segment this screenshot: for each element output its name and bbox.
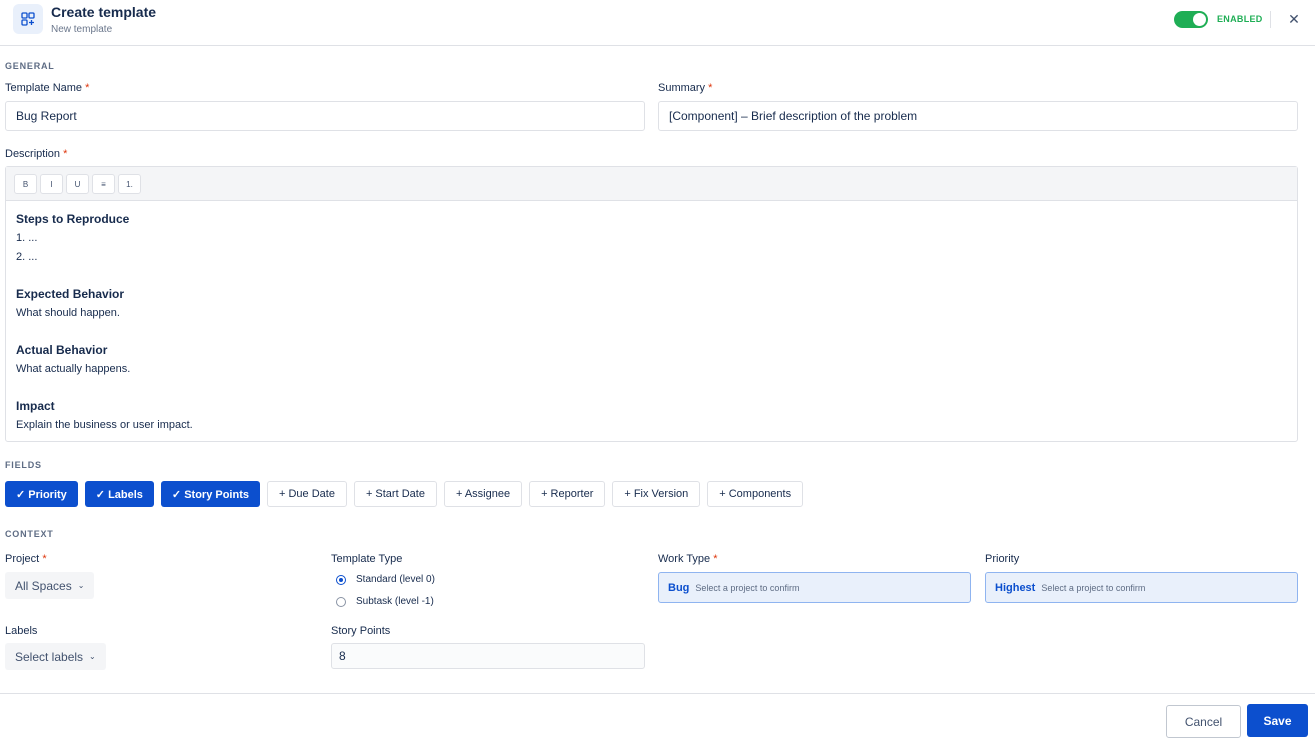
- underline-button[interactable]: U: [66, 174, 89, 194]
- field-chip-reporter[interactable]: + Reporter: [529, 481, 606, 507]
- actual-text: What actually happens.: [16, 363, 131, 375]
- project-label: Project *: [5, 553, 47, 565]
- chevron-down-icon: ⌄: [89, 652, 96, 661]
- field-chip-story-points[interactable]: ✓ Story Points: [160, 481, 260, 507]
- radio-standard[interactable]: Standard (level 0): [336, 574, 435, 585]
- section-context: CONTEXT: [5, 529, 54, 539]
- priority-label: Priority: [985, 553, 1020, 565]
- footer-divider: [0, 693, 1315, 694]
- labels-dropdown[interactable]: Select labels ⌄: [5, 643, 106, 670]
- template-name-label: Template Name *: [5, 82, 90, 94]
- page-title: Create template: [51, 4, 157, 20]
- summary-input[interactable]: [Component] – Brief description of the p…: [658, 101, 1298, 131]
- field-chip-assignee[interactable]: + Assignee: [443, 481, 523, 507]
- priority-hint: Select a project to confirm: [1041, 582, 1146, 593]
- work-type-hint: Select a project to confirm: [695, 582, 800, 593]
- work-type-label: Work Type *: [658, 553, 718, 565]
- numbered-list-button[interactable]: 1.: [118, 174, 141, 194]
- enabled-toggle[interactable]: [1174, 11, 1208, 28]
- radio-button[interactable]: [336, 596, 346, 607]
- bullet-list-button[interactable]: ≡: [92, 174, 115, 194]
- priority-select[interactable]: Highest Select a project to confirm: [985, 572, 1298, 603]
- radio-button-selected[interactable]: [336, 574, 346, 585]
- field-chip-labels[interactable]: ✓ Labels: [84, 481, 154, 507]
- description-editor[interactable]: B I U ≡ 1. Steps to Reproduce 1. ... 2. …: [5, 166, 1298, 442]
- italic-button[interactable]: I: [40, 174, 63, 194]
- summary-label: Summary *: [658, 82, 713, 94]
- radio-label: Standard (level 0): [356, 574, 435, 585]
- labels-value: Select labels: [15, 649, 84, 664]
- project-value: All Spaces: [15, 578, 72, 593]
- work-type-value: Bug: [668, 581, 690, 594]
- radio-label: Subtask (level -1): [356, 596, 434, 607]
- story-points-label: Story Points: [331, 625, 391, 637]
- field-chip-fix-version[interactable]: + Fix Version: [612, 481, 701, 507]
- steps-heading: Steps to Reproduce: [16, 212, 130, 226]
- chevron-down-icon: ⌄: [77, 581, 85, 590]
- work-type-select[interactable]: Bug Select a project to confirm: [658, 572, 971, 603]
- template-type-label: Template Type: [331, 553, 403, 565]
- labels-label: Labels: [5, 625, 38, 637]
- field-chips: ✓ Priority ✓ Labels ✓ Story Points + Due…: [5, 481, 804, 507]
- priority-value: Highest: [995, 581, 1036, 594]
- editor-content[interactable]: Steps to Reproduce 1. ... 2. ... Expecte…: [6, 201, 1297, 444]
- enabled-label: ENABLED: [1217, 14, 1263, 24]
- story-points-input[interactable]: 8: [331, 643, 645, 669]
- field-chip-priority[interactable]: ✓ Priority: [5, 481, 78, 507]
- template-icon: [13, 4, 43, 34]
- actual-heading: Actual Behavior: [16, 343, 108, 357]
- section-fields: FIELDS: [5, 460, 42, 470]
- close-icon[interactable]: ✕: [1286, 11, 1302, 27]
- radio-subtask[interactable]: Subtask (level -1): [336, 596, 434, 607]
- save-button[interactable]: Save: [1247, 704, 1308, 737]
- expected-heading: Expected Behavior: [16, 287, 125, 301]
- step-line: 2. ...: [16, 251, 38, 263]
- field-chip-components[interactable]: + Components: [707, 481, 804, 507]
- field-chip-due-date[interactable]: + Due Date: [266, 481, 347, 507]
- modal-header: Create template New template ENABLED ✕: [0, 0, 1315, 46]
- bold-button[interactable]: B: [14, 174, 37, 194]
- project-dropdown[interactable]: All Spaces ⌄: [5, 572, 95, 599]
- toggle-knob: [1193, 13, 1206, 26]
- header-divider: [1270, 11, 1271, 28]
- step-line: 1. ...: [16, 232, 38, 244]
- impact-heading: Impact: [16, 399, 55, 413]
- cancel-button[interactable]: Cancel: [1166, 705, 1241, 738]
- impact-text: Explain the business or user impact.: [16, 419, 193, 431]
- field-chip-start-date[interactable]: + Start Date: [353, 481, 437, 507]
- editor-toolbar: B I U ≡ 1.: [6, 167, 1297, 201]
- description-label: Description *: [5, 148, 68, 160]
- page-subtitle: New template: [51, 24, 113, 35]
- template-name-input[interactable]: Bug Report: [5, 101, 645, 131]
- section-general: GENERAL: [5, 61, 55, 71]
- expected-text: What should happen.: [16, 307, 120, 319]
